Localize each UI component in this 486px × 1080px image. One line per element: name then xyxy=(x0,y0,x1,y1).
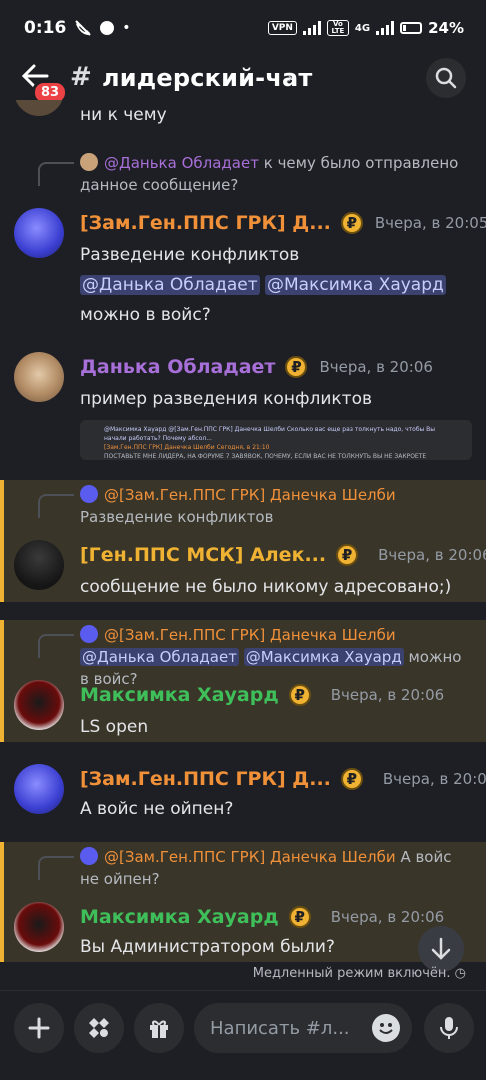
muted-call-icon xyxy=(75,20,92,36)
notification-dot-icon xyxy=(100,21,115,35)
reply-text: Разведение конфликтов xyxy=(80,508,274,526)
message-text: А войс не ойпен? xyxy=(80,799,234,819)
message-tail[interactable]: ни к чему xyxy=(0,100,486,130)
timestamp: Вчера, в 20:06 xyxy=(330,686,445,704)
search-icon xyxy=(435,67,457,89)
signal-icon-2 xyxy=(376,21,395,35)
author-name[interactable]: [Ген.ППС МСК] Алек... xyxy=(80,544,326,566)
ruble-badge-icon: ₽ xyxy=(288,906,311,928)
composer-bar: Написать #л... xyxy=(0,990,486,1080)
author-name[interactable]: Данька Обладает xyxy=(80,356,275,378)
ruble-badge-icon: ₽ xyxy=(340,212,363,234)
author-name[interactable]: Максимка Хауард xyxy=(80,684,279,706)
mention[interactable]: @Максимка Хауард xyxy=(265,275,446,295)
slow-mode-notice: Медленный режим включён. ◷ xyxy=(252,966,466,981)
status-time: 0:16 xyxy=(24,18,67,38)
arrow-down-icon xyxy=(431,937,451,960)
gift-button[interactable] xyxy=(134,1003,184,1053)
reply-preview[interactable]: @Данька Обладает к чему было отправлено … xyxy=(80,152,470,196)
message-input[interactable]: Написать #л... xyxy=(194,1003,412,1053)
reply-preview[interactable]: @[Зам.Ген.ППС ГРК] Данечка Шелби А войс … xyxy=(80,846,470,890)
timer-icon: ◷ xyxy=(454,966,466,981)
image-attachment[interactable]: @Максимка Хауард @[Зам.Ген.ППС ГРК] Дане… xyxy=(80,420,472,460)
message-text: ни к чему xyxy=(80,105,167,125)
message-text: сообщение не было никому адресовано;) xyxy=(80,577,452,597)
avatar[interactable] xyxy=(14,764,64,814)
message-text: LS open xyxy=(80,717,149,737)
reply-avatar xyxy=(80,153,98,171)
author-name[interactable]: [Зам.Ген.ППС ГРК] Д... xyxy=(80,768,331,790)
message-item[interactable]: @Данька Обладает к чему было отправлено … xyxy=(0,150,486,330)
message-text: пример разведения конфликтов xyxy=(80,389,372,409)
vpn-icon: VPN xyxy=(267,21,297,35)
mention[interactable]: @Данька Обладает xyxy=(80,275,260,295)
ruble-badge-icon: ₽ xyxy=(340,768,363,790)
reply-user: @[Зам.Ген.ППС ГРК] Данечка Шелби xyxy=(104,626,396,644)
mention[interactable]: @Максимка Хауард xyxy=(243,648,404,666)
reply-avatar xyxy=(80,485,98,503)
emoji-icon[interactable] xyxy=(372,1014,400,1042)
reply-user: @[Зам.Ген.ППС ГРК] Данечка Шелби xyxy=(104,486,396,504)
chevron-right-icon[interactable]: › xyxy=(287,68,293,87)
message-feed[interactable]: ни к чему @Данька Обладает к чему было о… xyxy=(0,100,486,962)
ruble-badge-icon: ₽ xyxy=(336,544,359,566)
reply-user: @Данька Обладает xyxy=(104,154,259,172)
message-item[interactable]: Данька Обладает ₽ Вчера, в 20:06 пример … xyxy=(0,346,486,476)
plus-icon xyxy=(28,1017,50,1039)
channel-title[interactable]: лидерский-чат xyxy=(102,64,313,92)
message-text: Разведение конфликтов xyxy=(80,245,300,265)
message-text: Вы Администратором были? xyxy=(80,937,335,957)
voice-message-button[interactable] xyxy=(424,1003,474,1053)
apps-icon xyxy=(89,1018,109,1038)
more-status-icon: • xyxy=(122,20,131,36)
volte-icon: Vo LTE xyxy=(326,20,349,36)
reply-preview[interactable]: @[Зам.Ген.ППС ГРК] Данечка Шелби Разведе… xyxy=(80,484,470,528)
battery-percent: 24% xyxy=(428,19,464,37)
timestamp: Вчера, в 20:06 xyxy=(319,358,433,376)
message-item-highlighted[interactable]: @[Зам.Ген.ППС ГРК] Данечка Шелби @Данька… xyxy=(0,620,486,742)
status-bar: 0:16 • VPN Vo LTE 4G 24% xyxy=(0,0,486,56)
reply-preview[interactable]: @[Зам.Ген.ППС ГРК] Данечка Шелби @Данька… xyxy=(80,624,470,690)
search-button[interactable] xyxy=(426,58,466,98)
message-text: можно в войс? xyxy=(80,305,211,325)
avatar[interactable] xyxy=(14,680,64,730)
channel-hash-icon: # xyxy=(70,62,92,92)
ruble-badge-icon: ₽ xyxy=(288,684,311,706)
gift-icon xyxy=(150,1020,168,1038)
battery-icon xyxy=(400,22,423,34)
avatar[interactable] xyxy=(14,208,64,258)
avatar[interactable] xyxy=(14,540,64,590)
author-name[interactable]: [Зам.Ген.ППС ГРК] Д... xyxy=(80,212,331,234)
reply-avatar xyxy=(80,625,98,643)
author-name[interactable]: Максимка Хауард xyxy=(80,906,279,928)
reply-user: @[Зам.Ген.ППС ГРК] Данечка Шелби xyxy=(104,848,396,866)
network-type: 4G xyxy=(354,22,371,34)
timestamp: Вчера, в 20:06 xyxy=(382,770,486,788)
avatar[interactable] xyxy=(14,902,64,952)
signal-icon xyxy=(302,21,321,35)
avatar[interactable] xyxy=(14,100,64,116)
timestamp: Вчера, в 20:06 xyxy=(378,546,486,564)
message-item[interactable]: [Зам.Ген.ППС ГРК] Д... ₽ Вчера, в 20:06 … xyxy=(0,760,486,830)
timestamp: Вчера, в 20:05 xyxy=(374,214,486,232)
microphone-icon xyxy=(440,1017,458,1039)
add-attachment-button[interactable] xyxy=(14,1003,64,1053)
mention[interactable]: @Данька Обладает xyxy=(80,648,239,666)
message-item-highlighted[interactable]: @[Зам.Ген.ППС ГРК] Данечка Шелби А войс … xyxy=(0,842,486,962)
avatar[interactable] xyxy=(14,352,64,402)
message-item-highlighted[interactable]: @[Зам.Ген.ППС ГРК] Данечка Шелби Разведе… xyxy=(0,480,486,602)
timestamp: Вчера, в 20:06 xyxy=(330,908,445,926)
reply-avatar xyxy=(80,847,98,865)
ruble-badge-icon: ₽ xyxy=(285,356,308,378)
apps-button[interactable] xyxy=(74,1003,124,1053)
